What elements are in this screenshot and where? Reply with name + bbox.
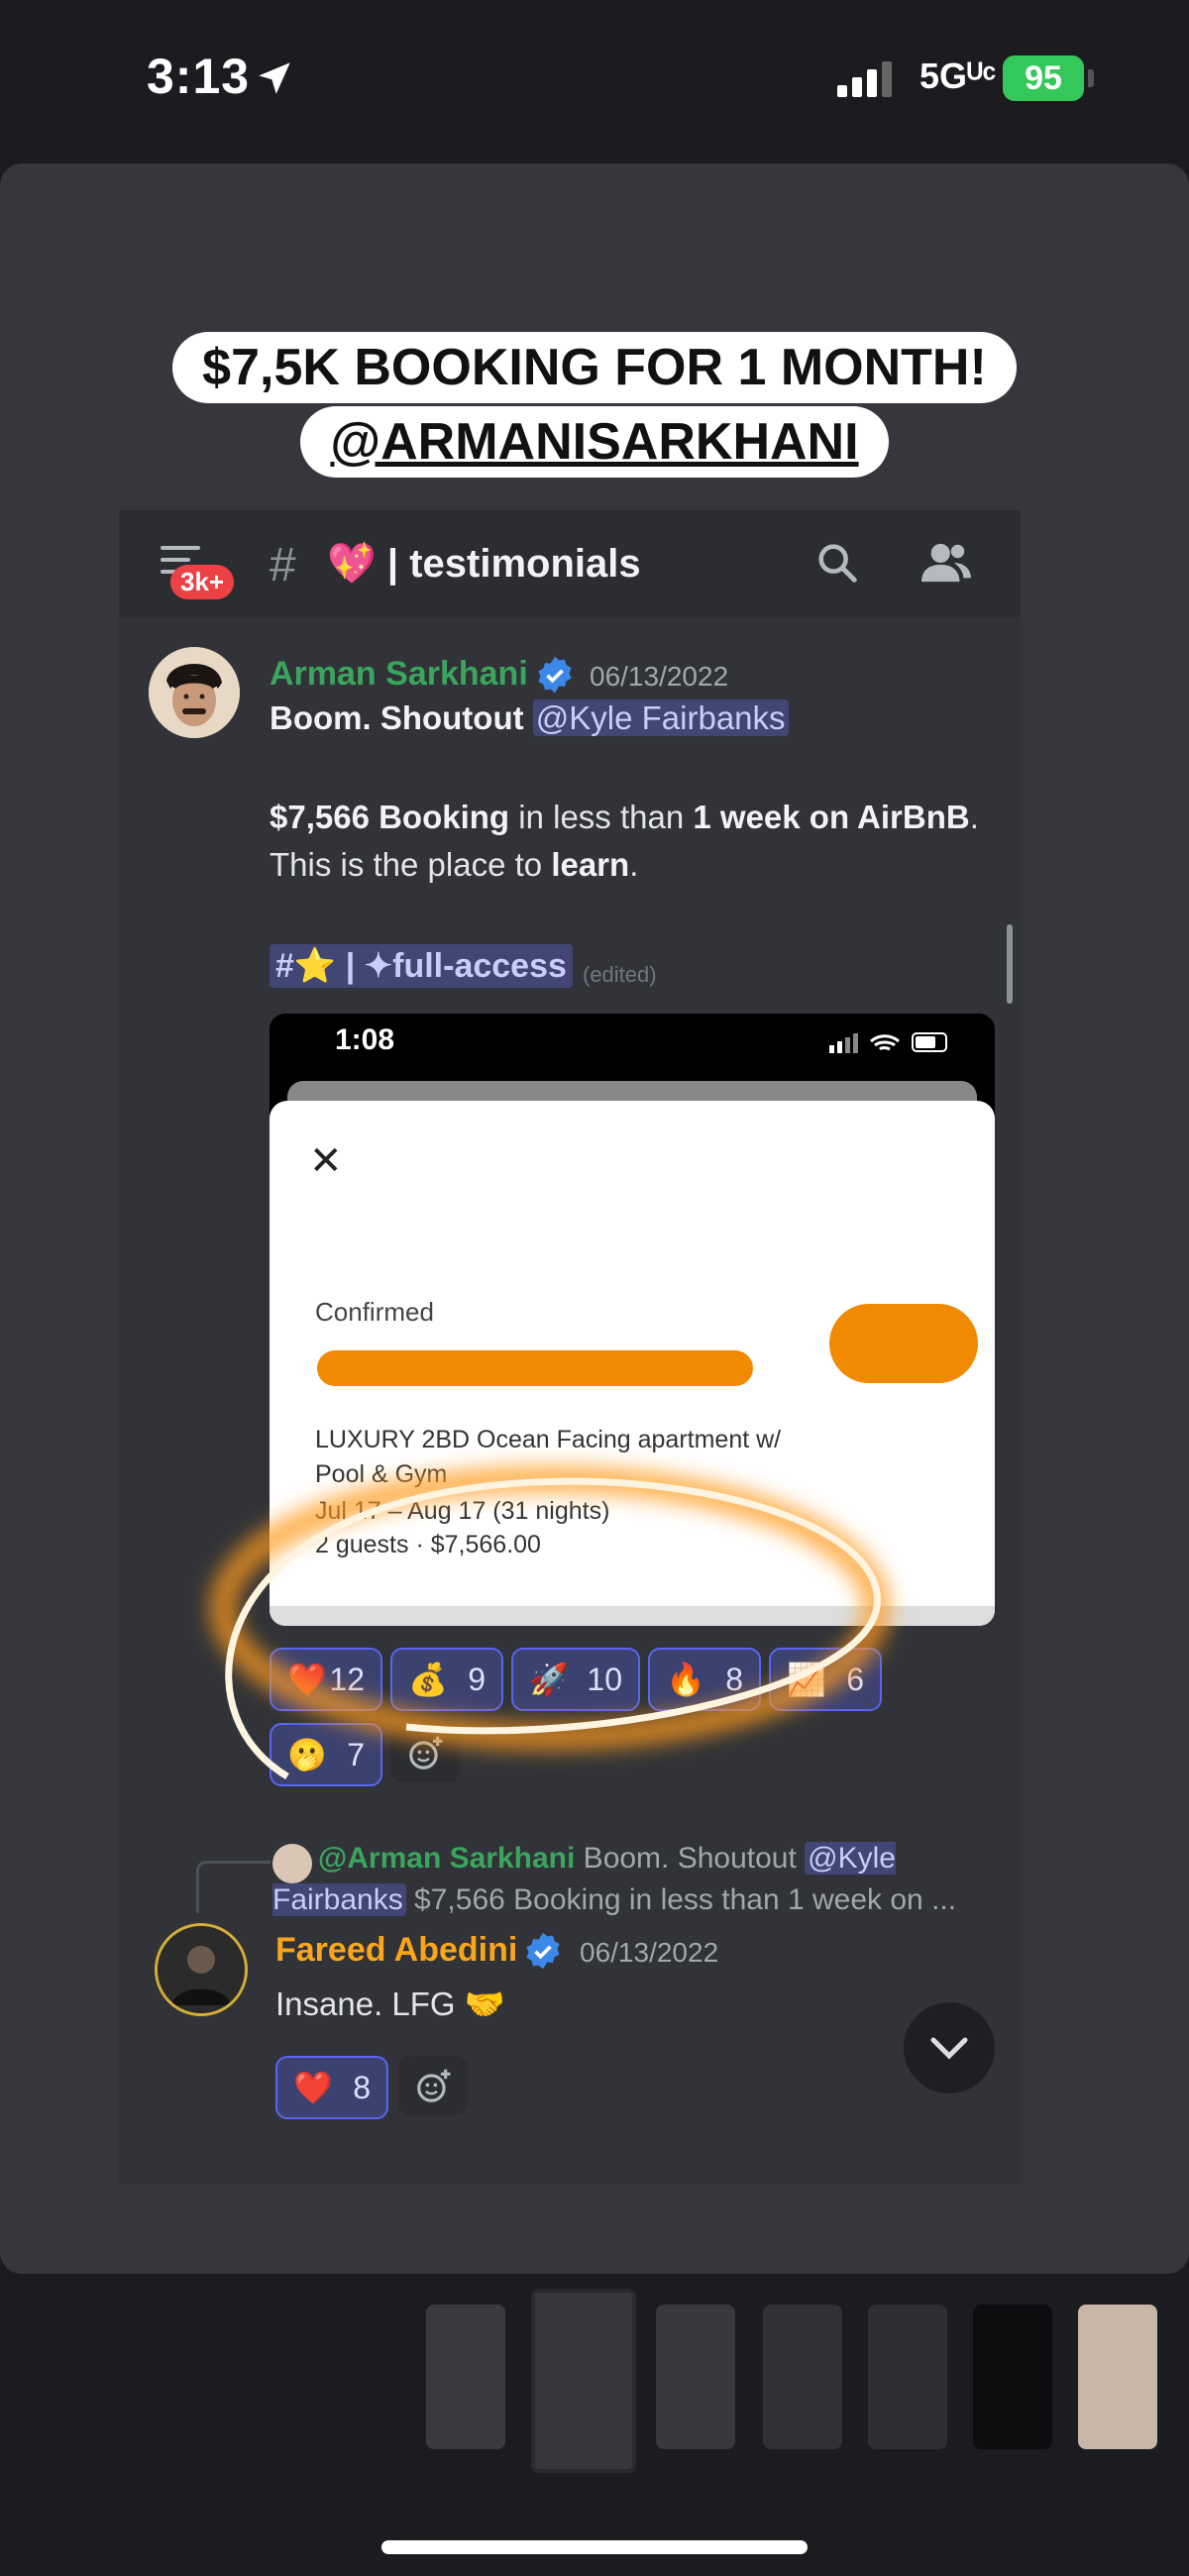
user-mention[interactable]: @Kyle Fairbanks — [532, 699, 789, 736]
message-text: . — [969, 799, 979, 835]
message-bold: learn — [551, 846, 630, 883]
add-reaction-button[interactable] — [398, 2056, 468, 2115]
story-thumbnail[interactable] — [426, 2305, 505, 2449]
caption-text-2: @ARMANISARKHANI — [300, 406, 889, 478]
message-author[interactable]: Fareed Abedini — [275, 1931, 517, 1970]
channel-name: 💖 | testimonials — [327, 542, 641, 586]
avatar-person-icon — [158, 1926, 245, 2013]
verified-badge-icon — [538, 656, 572, 694]
reply-text: $7,566 Booking in less than 1 week on ..… — [405, 1883, 957, 1916]
message-text: Boom. Shoutout — [270, 699, 533, 736]
avatar-face-icon — [149, 647, 240, 738]
phone-time: 1:08 — [335, 1023, 395, 1056]
avatar[interactable] — [149, 647, 240, 738]
story-thumbnail-selected[interactable] — [531, 2289, 636, 2473]
message-date: 06/13/2022 — [580, 1937, 719, 1968]
battery-indicator: 95 — [1003, 55, 1084, 101]
reaction-heart[interactable]: ❤️ 8 — [275, 2056, 388, 2119]
message-text: . — [629, 846, 639, 883]
avatar[interactable] — [155, 1923, 248, 2016]
story-thumbnail[interactable] — [656, 2305, 735, 2449]
battery-level: 95 — [1025, 59, 1062, 97]
reply-connector — [196, 1861, 270, 1913]
channel-header: 3k+ # 💖 | testimonials — [119, 510, 1021, 617]
verified-badge-icon — [526, 1932, 560, 1970]
story-thumbnail[interactable] — [973, 2305, 1052, 2449]
caption-line-1: $7,5K BOOKING FOR 1 MONTH! — [0, 332, 1189, 403]
redaction-mark — [829, 1304, 978, 1383]
network-type: 5Gᵁᶜ — [919, 55, 997, 96]
story-thumbnail[interactable] — [763, 2305, 842, 2449]
message-author[interactable]: Arman Sarkhani — [270, 655, 528, 694]
status-bar: 3:13 5Gᵁᶜ 95 — [0, 0, 1189, 159]
heart-icon: ❤️ — [293, 2070, 333, 2105]
message-line-1: Boom. Shoutout @Kyle Fairbanks — [270, 695, 789, 742]
highlight-circle — [209, 1465, 891, 1779]
reply-text: Boom. Shoutout — [575, 1842, 806, 1875]
story-frame[interactable]: $7,5K BOOKING FOR 1 MONTH! @ARMANISARKHA… — [0, 163, 1189, 2274]
message-text: Insane. LFG 🤝 — [275, 1986, 505, 2022]
story-thumbnails — [0, 2289, 1189, 2487]
message-line-3: This is the place to learn. — [270, 841, 638, 889]
reaction-count: 8 — [353, 2070, 371, 2105]
unread-badge: 3k+ — [170, 565, 235, 599]
hash-icon: # — [270, 539, 296, 591]
scrollbar[interactable] — [1007, 924, 1013, 1004]
edited-label: (edited) — [583, 962, 657, 987]
caption-text-1: $7,5K BOOKING FOR 1 MONTH! — [172, 332, 1017, 403]
message-line-2: $7,566 Booking in less than 1 week on Ai… — [270, 794, 979, 841]
message-date: 06/13/2022 — [590, 661, 729, 692]
message-text: in less than — [509, 799, 694, 835]
reply-avatar — [272, 1844, 312, 1883]
battery-cap — [1088, 69, 1094, 87]
status-time: 3:13 — [147, 49, 251, 104]
message-list[interactable]: Arman Sarkhani 06/13/2022 Boom. Shoutout… — [119, 617, 1021, 2185]
jump-to-bottom-button[interactable] — [904, 2002, 995, 2093]
booking-status: Confirmed — [315, 1297, 434, 1327]
booking-amount: $7,566 Booking — [270, 799, 510, 835]
members-icon[interactable] — [921, 540, 971, 586]
channel-link[interactable]: #⭐ | ✦full-access — [270, 944, 573, 988]
reply-author: @Arman Sarkhani — [318, 1842, 576, 1875]
discord-screenshot: 3k+ # 💖 | testimonials Arman Sarkhani 06… — [119, 510, 1021, 2185]
close-icon: ✕ — [309, 1139, 343, 1183]
story-thumbnail[interactable] — [868, 2305, 947, 2449]
chevron-down-icon — [930, 2037, 968, 2060]
reply-preview[interactable]: @Arman Sarkhani Boom. Shoutout @Kyle Fai… — [272, 1838, 986, 1921]
redaction-mark — [317, 1350, 753, 1386]
booking-period: 1 week on AirBnB — [693, 799, 970, 835]
story-thumbnail[interactable] — [1078, 2305, 1157, 2449]
home-indicator[interactable] — [381, 2540, 808, 2554]
location-arrow-icon — [259, 62, 290, 94]
caption-line-2: @ARMANISARKHANI — [0, 406, 1189, 478]
signal-icon — [837, 61, 892, 97]
message-text: This is the place to — [270, 846, 552, 883]
add-emoji-icon — [417, 2069, 451, 2102]
phone-status-icons — [829, 1032, 947, 1053]
search-icon[interactable] — [814, 540, 860, 586]
